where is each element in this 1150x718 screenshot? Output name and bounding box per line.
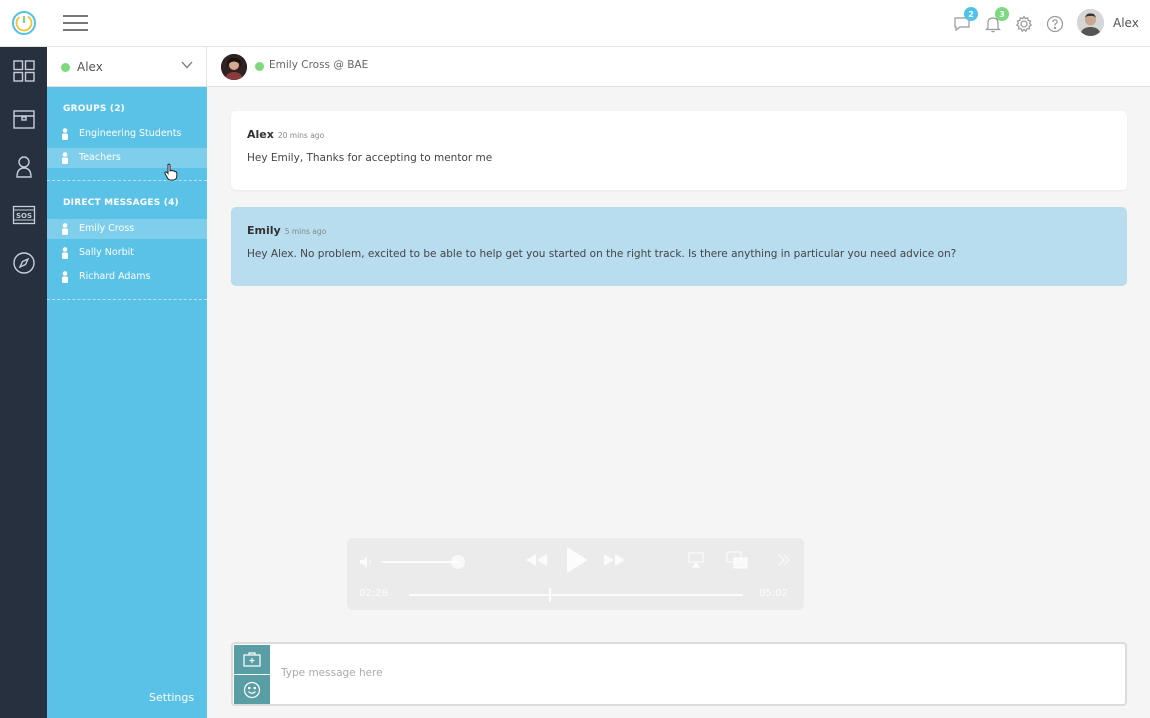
message-composer [231,642,1127,706]
smiley-icon [243,681,261,698]
message-bubble-received: Emily 5 mins ago Hey Alex. No problem, ex… [231,207,1127,286]
notifications-button[interactable]: 3 [982,7,1009,35]
chevron-right-icon[interactable] [777,553,791,567]
hamburger-menu-icon[interactable] [63,13,89,33]
group-item-label: Engineering Students [79,128,182,139]
power-logo-icon [11,11,36,35]
briefcase-icon [12,110,35,129]
message-input[interactable] [273,646,1113,700]
current-user-label: Alex [77,60,103,74]
settings-link[interactable]: Settings [149,691,194,704]
video-controls-overlay: 02:28 05:02 [347,538,804,610]
dm-item[interactable]: Richard Adams [47,267,207,287]
messages-badge: 2 [964,7,978,21]
person-icon [15,156,32,178]
message-bubble-sent: Alex 20 mins ago Hey Emily, Thanks for ac… [231,111,1127,190]
chevron-down-icon [181,61,193,69]
left-rail: SOS [0,0,47,718]
gear-icon [1015,15,1033,33]
group-item[interactable]: Engineering Students [47,124,207,144]
video-duration: 05:02 [759,588,788,599]
video-progress-track[interactable] [409,588,743,602]
message-time: 20 mins ago [277,131,325,140]
top-bar: 2 3 Alex [47,0,1150,47]
user-avatar[interactable] [1077,9,1104,36]
volume-knob-icon[interactable] [450,554,466,570]
video-current-time: 02:28 [359,588,388,599]
message-text: Hey Emily, Thanks for accepting to mento… [247,152,493,164]
contact-avatar[interactable] [221,54,247,80]
conversation-sidebar: Alex GROUPS (2) Engineering Students Tea… [47,47,207,718]
message-author: Emily 5 mins ago [247,224,326,237]
group-item[interactable]: Teachers [47,148,207,168]
rail-person[interactable] [0,150,47,184]
fast-forward-icon[interactable] [602,552,626,568]
contact-online-dot [255,62,264,71]
settings-button[interactable] [1013,13,1035,35]
sos-icon: SOS [12,205,35,225]
person-icon [62,247,68,259]
message-author: Alex 20 mins ago [247,128,324,141]
message-author-name: Alex [247,128,274,141]
airplay-icon[interactable] [688,552,704,568]
rail-dashboard[interactable] [0,54,47,88]
question-circle-icon [1046,15,1064,33]
messages-button[interactable]: 2 [951,7,978,35]
user-name[interactable]: Alex [1113,16,1139,30]
picture-in-picture-icon[interactable] [726,551,748,569]
rail-briefcase[interactable] [0,102,47,136]
notifications-badge: 3 [995,7,1009,21]
compass-icon [12,252,35,274]
contact-name: Emily Cross @ BAE [269,59,369,71]
dashboard-icon [12,60,35,82]
message-time: 5 mins ago [284,227,327,236]
group-item-label: Teachers [79,152,121,163]
help-button[interactable] [1044,13,1066,35]
rewind-icon[interactable] [525,552,549,568]
groups-section-title: GROUPS (2) [63,104,125,114]
hand-cursor-icon [164,163,178,181]
dm-section-title: DIRECT MESSAGES (4) [63,198,179,208]
chat-header: Emily Cross @ BAE [207,47,1150,87]
video-progress-thumb[interactable] [549,588,552,602]
message-author-name: Emily [247,224,281,237]
app-logo[interactable] [0,0,47,47]
attachment-icon [243,652,261,667]
person-icon [62,128,68,140]
person-icon [62,223,68,235]
dm-item-label: Emily Cross [79,223,135,234]
volume-slider[interactable] [381,561,459,563]
dm-item[interactable]: Emily Cross [47,219,207,239]
online-status-dot [61,63,70,72]
dm-item-label: Richard Adams [79,271,151,282]
message-text: Hey Alex. No problem, excited to be able… [247,248,957,260]
emoji-button[interactable] [234,675,270,704]
attach-button[interactable] [234,645,270,674]
volume-icon[interactable] [359,555,375,569]
user-avatar-icon [1077,9,1104,36]
dm-item[interactable]: Sally Norbit [47,243,207,263]
person-icon [62,271,68,283]
dm-item-label: Sally Norbit [79,247,134,258]
rail-compass[interactable] [0,246,47,280]
play-icon[interactable] [564,546,590,574]
contact-avatar-icon [221,54,247,80]
person-icon [62,152,68,164]
section-divider [47,180,207,181]
svg-text:SOS: SOS [15,212,31,220]
user-status-dropdown[interactable]: Alex [47,47,207,87]
rail-sos[interactable]: SOS [0,198,47,232]
section-divider [47,299,207,300]
